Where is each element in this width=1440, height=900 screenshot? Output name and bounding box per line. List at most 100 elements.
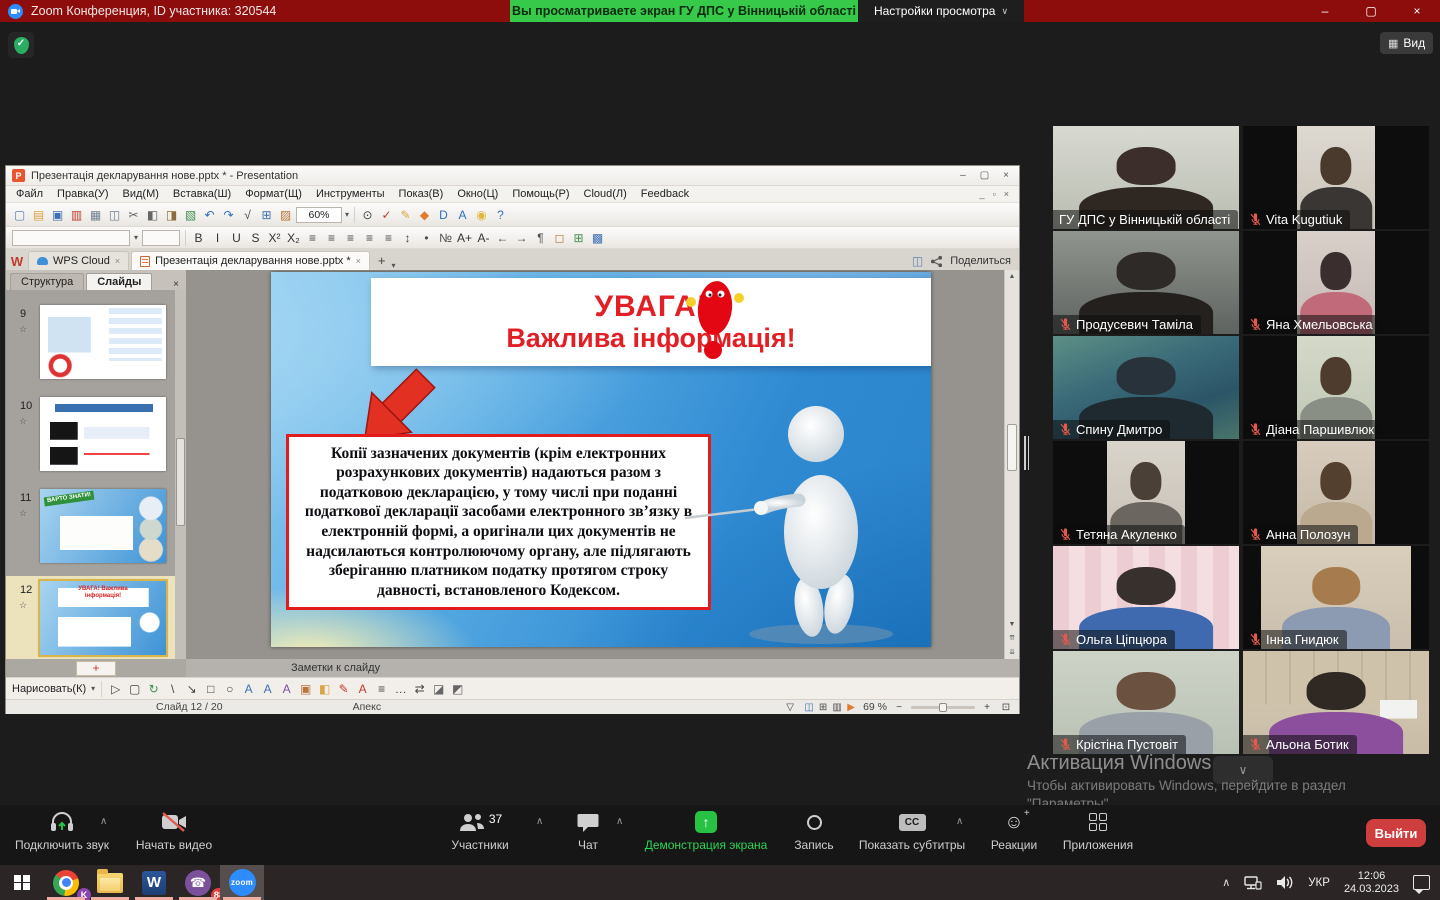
paste-icon[interactable]: ◨ xyxy=(162,206,181,224)
share-document-button[interactable]: Поделиться xyxy=(950,255,1011,267)
new-tab-button[interactable]: + xyxy=(378,253,386,268)
taskbar-zoom[interactable]: zoom xyxy=(220,865,264,900)
doc-close-icon[interactable]: × xyxy=(1004,189,1009,199)
menu-item[interactable]: Вставка(Ш) xyxy=(173,188,231,200)
justify-icon[interactable]: ≡ xyxy=(360,229,379,247)
scrollbar-thumb[interactable] xyxy=(1007,424,1017,471)
participant-tile[interactable]: Vita Kugutiuk xyxy=(1243,126,1429,229)
text-box-icon[interactable]: A xyxy=(239,680,258,698)
start-video-button[interactable]: Начать видео xyxy=(128,810,220,852)
zoom-slider[interactable] xyxy=(911,706,975,709)
bold-icon[interactable]: B xyxy=(189,229,208,247)
start-button[interactable] xyxy=(0,865,44,900)
text-direction-icon[interactable]: ¶ xyxy=(531,229,550,247)
tab-wps-cloud[interactable]: WPS Cloud × xyxy=(28,251,129,270)
print-icon[interactable]: ▦ xyxy=(86,206,105,224)
slide-thumbnail-preview[interactable]: ВАРТО ЗНАТИ! xyxy=(40,489,166,563)
menu-item[interactable]: Вид(М) xyxy=(123,188,159,200)
menu-item[interactable]: Cloud(Л) xyxy=(584,188,627,200)
new-document-icon[interactable]: ▢ xyxy=(10,206,29,224)
tab-close-icon[interactable]: × xyxy=(115,256,120,266)
decrease-font-icon[interactable]: A- xyxy=(474,229,493,247)
tips-icon[interactable]: ◉ xyxy=(472,206,491,224)
zoom-slider-knob[interactable] xyxy=(939,703,947,712)
chat-options-chevron[interactable]: ∧ xyxy=(616,816,623,827)
participant-tile[interactable]: Альона Ботик xyxy=(1243,651,1429,754)
print-preview-icon[interactable]: ◫ xyxy=(105,206,124,224)
participant-tile[interactable]: Тетяна Акуленко xyxy=(1053,441,1239,544)
tab-close-icon[interactable]: × xyxy=(356,256,361,266)
normal-view-icon[interactable]: ◫ xyxy=(802,701,816,714)
tab-outline[interactable]: Структура xyxy=(10,273,84,290)
pres-minimize-button[interactable]: – xyxy=(960,170,966,181)
participant-tile[interactable]: Спину Дмитро xyxy=(1053,336,1239,439)
align-left-icon[interactable]: ≡ xyxy=(303,229,322,247)
slide-thumbnail-preview[interactable] xyxy=(40,305,166,379)
tab-slides[interactable]: Слайды xyxy=(86,273,152,290)
layout-icon[interactable]: ◫ xyxy=(912,254,923,268)
tab-list-dropdown-icon[interactable]: ▾ xyxy=(392,261,396,270)
network-icon[interactable] xyxy=(1244,876,1262,890)
subscript-icon[interactable]: X₂ xyxy=(284,229,303,247)
line-style-icon[interactable]: ≡ xyxy=(372,680,391,698)
wps-logo-icon[interactable]: W xyxy=(9,253,25,269)
redo-icon[interactable]: ↷ xyxy=(219,206,238,224)
insert-chart-icon[interactable]: ▨ xyxy=(276,206,295,224)
help-icon[interactable]: ? xyxy=(491,206,510,224)
line-color-icon[interactable]: ✎ xyxy=(334,680,353,698)
font-color-icon[interactable]: A xyxy=(353,680,372,698)
taskbar-viber[interactable]: ☎ 88 xyxy=(176,865,220,900)
close-button[interactable]: × xyxy=(1394,0,1440,22)
select-objects-icon[interactable]: ▢ xyxy=(125,680,144,698)
participants-options-chevron[interactable]: ∧ xyxy=(536,816,543,827)
next-slide-icon[interactable]: ⇊ xyxy=(1009,645,1015,659)
collapse-panel-button[interactable]: ∨ xyxy=(1213,756,1273,784)
reactions-button[interactable]: ☺+ Реакции xyxy=(984,810,1044,852)
menu-item[interactable]: Помощь(Р) xyxy=(512,188,569,200)
slide-thumbnail[interactable]: 10☆ xyxy=(6,392,186,484)
ink-tool-icon[interactable]: ✎ xyxy=(396,206,415,224)
record-button[interactable]: Запись xyxy=(786,810,842,852)
captions-button[interactable]: CC Показать субтитры xyxy=(856,810,968,852)
autofit-icon[interactable]: ▽ xyxy=(783,701,797,714)
chat-button[interactable]: Чат xyxy=(562,810,614,852)
copy-icon[interactable]: ◧ xyxy=(143,206,162,224)
participant-tile[interactable]: Інна Гнидюк xyxy=(1243,546,1429,649)
menu-item[interactable]: Формат(Щ) xyxy=(245,188,302,200)
taskbar-chrome[interactable]: K xyxy=(44,865,88,900)
taskbar-clock[interactable]: 12:06 24.03.2023 xyxy=(1344,870,1399,896)
strikethrough-icon[interactable]: S xyxy=(246,229,265,247)
dash-style-icon[interactable]: … xyxy=(391,680,410,698)
vertical-scrollbar[interactable]: ▲ ▼ ⇈ ⇊ xyxy=(1004,270,1019,659)
spellcheck-icon[interactable]: ✓ xyxy=(377,206,396,224)
underline-icon[interactable]: U xyxy=(227,229,246,247)
shadow-style-icon[interactable]: ◪ xyxy=(429,680,448,698)
insert-picture-icon[interactable]: ▣ xyxy=(296,680,315,698)
fill-color-icon[interactable]: ◧ xyxy=(315,680,334,698)
menu-item[interactable]: Окно(Ц) xyxy=(457,188,498,200)
audio-options-chevron[interactable]: ∧ xyxy=(100,816,107,827)
fit-slide-button[interactable]: ⊡ xyxy=(999,701,1013,714)
find-icon[interactable]: ⊙ xyxy=(358,206,377,224)
zoom-out-button[interactable]: − xyxy=(892,701,906,714)
font-size-select[interactable] xyxy=(142,230,180,246)
participant-tile[interactable]: Продусевич Таміла xyxy=(1053,231,1239,334)
zoom-dropdown-icon[interactable]: ▾ xyxy=(345,210,349,219)
tab-current-document[interactable]: Презентація декларування нове.pptx * × xyxy=(131,251,370,270)
shading-icon[interactable]: ▩ xyxy=(588,229,607,247)
slideshow-icon[interactable]: ▶ xyxy=(844,701,858,714)
participants-button[interactable]: 37 Участники xyxy=(430,810,530,852)
slide-thumbnail-preview[interactable] xyxy=(40,397,166,471)
participant-tile[interactable]: Крістіна Пустовіт xyxy=(1053,651,1239,754)
bullets-icon[interactable]: • xyxy=(417,229,436,247)
arrow-icon[interactable]: ↘ xyxy=(182,680,201,698)
draw-menu-button[interactable]: Нарисовать(К) xyxy=(12,683,86,695)
align-center-icon[interactable]: ≡ xyxy=(322,229,341,247)
increase-indent-icon[interactable]: → xyxy=(512,229,531,247)
tray-expand-chevron[interactable]: ∧ xyxy=(1222,876,1230,889)
notes-bar[interactable]: Заметки к слайду xyxy=(186,659,1019,677)
wps-store-icon[interactable]: ◆ xyxy=(415,206,434,224)
superscript-icon[interactable]: X² xyxy=(265,229,284,247)
rectangle-icon[interactable]: □ xyxy=(201,680,220,698)
numbering-icon[interactable]: № xyxy=(436,229,455,247)
